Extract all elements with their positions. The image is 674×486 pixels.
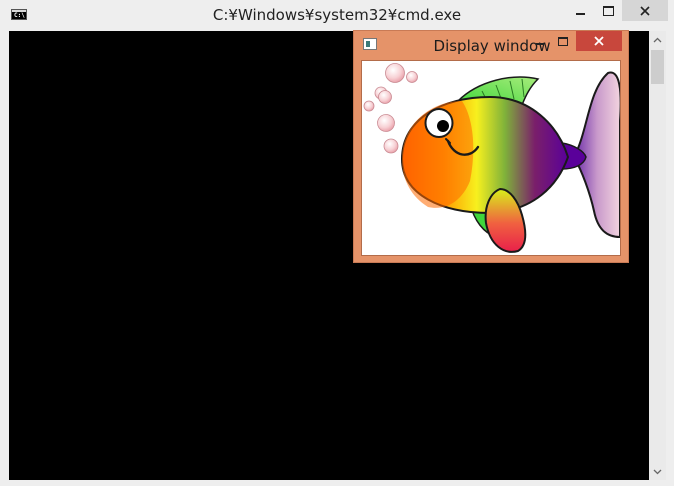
bubble (378, 90, 392, 104)
fish-pupil (437, 120, 449, 132)
chevron-down-icon (653, 469, 662, 474)
minimize-icon (575, 12, 585, 15)
bubble (363, 100, 375, 112)
maximize-icon (558, 36, 568, 46)
display-maximize-button[interactable] (553, 34, 573, 48)
scroll-up-button[interactable] (649, 31, 666, 48)
display-minimize-button[interactable] (530, 34, 550, 50)
close-icon (594, 36, 604, 46)
display-image-canvas (361, 60, 621, 256)
chevron-up-icon (653, 37, 662, 42)
bubble (383, 138, 399, 154)
cmd-window-frame-bottom (0, 480, 674, 486)
close-icon (640, 5, 650, 16)
bubble (406, 71, 418, 83)
maximize-icon (602, 5, 614, 16)
display-close-button[interactable] (576, 31, 622, 51)
bubble (377, 114, 395, 132)
display-window[interactable]: Display window (353, 30, 629, 263)
scroll-down-button[interactable] (649, 463, 666, 480)
vertical-scrollbar[interactable] (649, 31, 666, 480)
bubble (385, 63, 405, 83)
cartoon-fish-image (363, 63, 620, 253)
minimize-icon (536, 42, 544, 45)
cmd-titlebar[interactable]: C:\ C:¥Windows¥system32¥cmd.exe (0, 0, 674, 31)
scrollbar-thumb[interactable] (651, 50, 664, 84)
cmd-close-button[interactable] (622, 0, 668, 21)
cmd-maximize-button[interactable] (594, 0, 622, 21)
cmd-minimize-button[interactable] (566, 0, 594, 21)
